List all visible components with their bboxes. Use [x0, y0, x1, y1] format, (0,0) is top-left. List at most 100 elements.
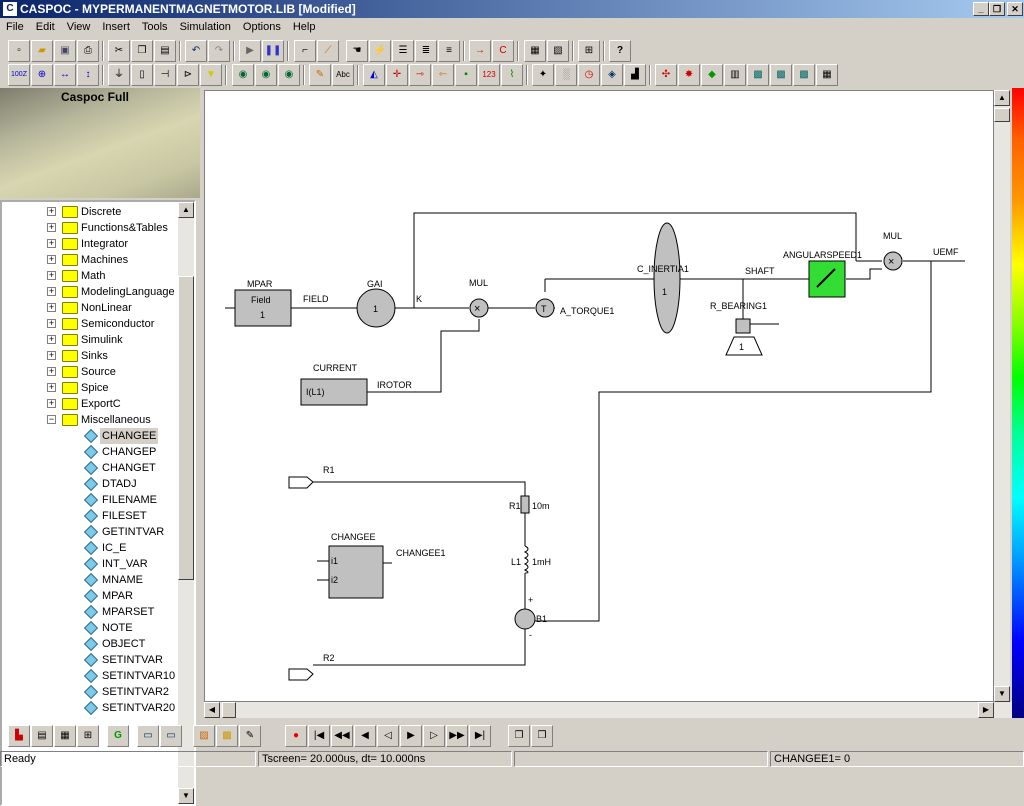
scope-view-icon[interactable]: ▩	[216, 725, 238, 747]
globe-3-icon[interactable]: ◉	[278, 64, 300, 86]
menu-simulation[interactable]: Simulation	[174, 18, 237, 33]
list-icon[interactable]: ☰	[392, 40, 414, 62]
wire-icon[interactable]: ⌐	[294, 40, 316, 62]
tree-item[interactable]: SETINTVAR20	[2, 700, 178, 716]
window-2-icon[interactable]: ▭	[160, 725, 182, 747]
canvas-hscroll-thumb[interactable]	[222, 702, 236, 718]
expand-icon[interactable]: +	[47, 351, 56, 360]
tree-item[interactable]: IC_E	[2, 540, 178, 556]
tree-folder[interactable]: + Machines	[2, 252, 178, 268]
expand-icon[interactable]: −	[47, 415, 56, 424]
expand-icon[interactable]: +	[47, 399, 56, 408]
tree-folder[interactable]: + Semiconductor	[2, 316, 178, 332]
tree-item[interactable]: SETINTVAR	[2, 652, 178, 668]
expand-icon[interactable]: +	[47, 303, 56, 312]
tree-item[interactable]: MNAME	[2, 572, 178, 588]
tree-folder[interactable]: + Discrete	[2, 204, 178, 220]
tree-scroll-down-button[interactable]: ▼	[178, 788, 194, 804]
signal-icon[interactable]: ▟	[624, 64, 646, 86]
probe-icon[interactable]: ⚡	[369, 40, 391, 62]
canvas-vscroll-thumb[interactable]	[994, 108, 1010, 122]
canvas-hscroll[interactable]: ◀ ▶	[204, 702, 1012, 718]
network-icon[interactable]: ⊞	[578, 40, 600, 62]
export-icon[interactable]: →	[469, 40, 491, 62]
component-6-icon[interactable]: ▩	[793, 64, 815, 86]
step-forward-button[interactable]: ▷	[423, 725, 445, 747]
canvas-scroll-left-button[interactable]: ◀	[204, 702, 220, 718]
zoom-height-icon[interactable]: ↕	[77, 64, 99, 86]
block-icon[interactable]: ▪	[455, 64, 477, 86]
component-5-icon[interactable]: ▩	[770, 64, 792, 86]
help-icon[interactable]: ?	[609, 40, 631, 62]
menu-edit[interactable]: Edit	[30, 18, 61, 33]
backward-button[interactable]: ◀	[354, 725, 376, 747]
close-button[interactable]: ✕	[1007, 2, 1023, 16]
lamp-icon[interactable]: ▼	[200, 64, 222, 86]
tree-item[interactable]: FILENAME	[2, 492, 178, 508]
restore-button[interactable]: ❐	[989, 2, 1005, 16]
globe-icon[interactable]: ◉	[232, 64, 254, 86]
expand-icon[interactable]: +	[47, 239, 56, 248]
image-icon[interactable]: ▨	[193, 725, 215, 747]
tree-folder[interactable]: + Math	[2, 268, 178, 284]
tree-item[interactable]: SETINTVAR10	[2, 668, 178, 684]
clock-icon[interactable]: ◷	[578, 64, 600, 86]
tree-item[interactable]: INT_VAR	[2, 556, 178, 572]
arrow-left-icon[interactable]: ⇽	[432, 64, 454, 86]
tree-item[interactable]: GETINTVAR	[2, 524, 178, 540]
tree-item[interactable]: FILESET	[2, 508, 178, 524]
zoom-100-icon[interactable]: 100Z	[8, 64, 30, 86]
tree-scroll-thumb[interactable]	[178, 276, 194, 580]
tree-item[interactable]: MPAR	[2, 588, 178, 604]
canvas-scroll-up-button[interactable]: ▲	[994, 90, 1010, 106]
expand-icon[interactable]: +	[47, 287, 56, 296]
record-button[interactable]: ●	[285, 725, 307, 747]
align-icon[interactable]: ≡	[438, 40, 460, 62]
copy-icon[interactable]: ❐	[131, 40, 153, 62]
fast-forward-button[interactable]: ▶▶	[446, 725, 468, 747]
list-indent-icon[interactable]: ≣	[415, 40, 437, 62]
goto-end-button[interactable]: ▶|	[469, 725, 491, 747]
expand-icon[interactable]: +	[47, 319, 56, 328]
paste-icon[interactable]: ▤	[154, 40, 176, 62]
tree-folder[interactable]: + Spice	[2, 380, 178, 396]
fast-backward-button[interactable]: ◀◀	[331, 725, 353, 747]
scope-icon[interactable]: ⌇	[501, 64, 523, 86]
cut-icon[interactable]: ✂	[108, 40, 130, 62]
build-icon[interactable]: ▙	[8, 725, 30, 747]
tree-folder[interactable]: + NonLinear	[2, 300, 178, 316]
redo-icon[interactable]: ↷	[208, 40, 230, 62]
expand-icon[interactable]: +	[47, 223, 56, 232]
tree-folder[interactable]: + Sinks	[2, 348, 178, 364]
tree-folder[interactable]: + Source	[2, 364, 178, 380]
hand-icon[interactable]: ☚	[346, 40, 368, 62]
canvas-scroll-right-button[interactable]: ▶	[978, 702, 994, 718]
play-button[interactable]: ▶	[400, 725, 422, 747]
tree-folder[interactable]: + Simulink	[2, 332, 178, 348]
line-icon[interactable]: ⟋	[317, 40, 339, 62]
g-icon[interactable]: G	[107, 725, 129, 747]
schematic-diagram[interactable]: MPAR Field 1 FIELD GAI 1 K × MUL T A_TOR…	[205, 91, 995, 703]
canvas-scroll-down-button[interactable]: ▼	[994, 686, 1010, 702]
netlist-icon[interactable]: ▤	[31, 725, 53, 747]
tree-item[interactable]: DTADJ	[2, 476, 178, 492]
tree-folder[interactable]: + ModelingLanguage	[2, 284, 178, 300]
edit-icon[interactable]: ✎	[239, 725, 261, 747]
expand-icon[interactable]: +	[47, 383, 56, 392]
component-1-icon[interactable]: ✸	[678, 64, 700, 86]
minimize-button[interactable]: _	[973, 2, 989, 16]
ground-icon[interactable]: ⏚	[108, 64, 130, 86]
document-icon[interactable]: ▧	[547, 40, 569, 62]
paint-icon[interactable]: ◈	[601, 64, 623, 86]
resistor-icon[interactable]: ▯	[131, 64, 153, 86]
step-back-button[interactable]: ◁	[377, 725, 399, 747]
print-icon[interactable]: ⎙	[77, 40, 99, 62]
schematic-canvas[interactable]: MPAR Field 1 FIELD GAI 1 K × MUL T A_TOR…	[204, 90, 994, 702]
tree-scroll-up-button[interactable]: ▲	[178, 202, 194, 218]
globe-2-icon[interactable]: ◉	[255, 64, 277, 86]
menu-view[interactable]: View	[61, 18, 97, 33]
node-icon[interactable]: ✦	[532, 64, 554, 86]
tree-item[interactable]: SETINTVAR2	[2, 684, 178, 700]
component-2-icon[interactable]: ◆	[701, 64, 723, 86]
capacitor-icon[interactable]: ⊣	[154, 64, 176, 86]
